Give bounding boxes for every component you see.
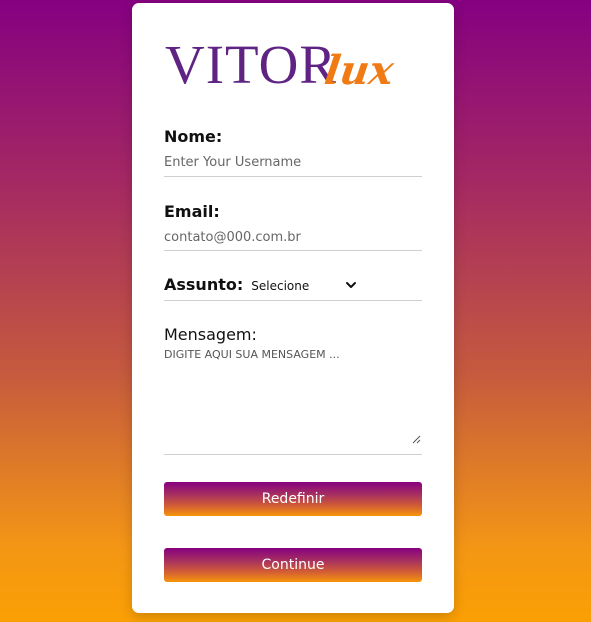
logo-wordmark: VITOR bbox=[165, 34, 338, 95]
chevron-down-icon bbox=[346, 282, 357, 288]
message-field-group: Mensagem: bbox=[164, 325, 422, 455]
subject-select[interactable]: Selecione bbox=[249, 277, 357, 297]
name-field-group: Nome: bbox=[164, 127, 422, 177]
subject-label: Assunto: bbox=[164, 275, 244, 294]
message-textarea[interactable] bbox=[164, 348, 422, 440]
subject-select-value: Selecione bbox=[251, 279, 310, 293]
subject-field-group: Assunto: Selecione bbox=[164, 275, 422, 301]
brand-logo: VITOR lux bbox=[165, 37, 405, 103]
name-label: Nome: bbox=[164, 127, 223, 146]
message-label: Mensagem: bbox=[164, 325, 257, 344]
resize-grip-icon[interactable] bbox=[412, 435, 421, 444]
reset-button[interactable]: Redefinir bbox=[164, 482, 422, 516]
logo-script: lux bbox=[321, 47, 397, 94]
email-label: Email: bbox=[164, 202, 220, 221]
email-input[interactable] bbox=[164, 228, 422, 246]
email-field-group: Email: bbox=[164, 202, 422, 251]
name-input[interactable] bbox=[164, 153, 422, 171]
continue-button[interactable]: Continue bbox=[164, 548, 422, 582]
contact-form-card: VITOR lux Nome: Email: Assunto: Selecion… bbox=[132, 3, 454, 613]
